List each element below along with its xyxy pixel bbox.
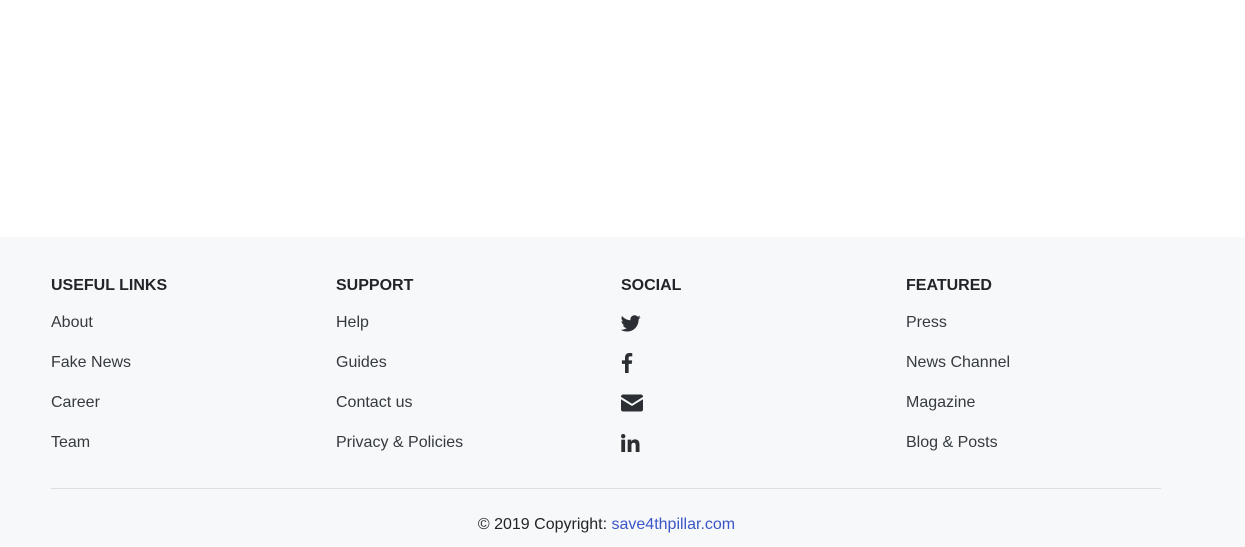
list-item: Press bbox=[906, 313, 1186, 353]
contact-us-link[interactable]: Contact us bbox=[336, 394, 412, 411]
list-item: Magazine bbox=[906, 393, 1186, 433]
list-item bbox=[621, 353, 901, 393]
list-item: Contact us bbox=[336, 393, 616, 433]
social-heading: SOCIAL bbox=[621, 277, 682, 294]
copyright-text: © 2019 Copyright: bbox=[477, 516, 612, 533]
linkedin-link[interactable] bbox=[621, 433, 901, 453]
list-item: News Channel bbox=[906, 353, 1186, 393]
support-list: Help Guides Contact us Privacy & Policie… bbox=[336, 313, 616, 473]
blog-posts-link[interactable]: Blog & Posts bbox=[906, 434, 998, 451]
footer-column-support: SUPPORT Help Guides Contact us Privacy &… bbox=[336, 277, 616, 473]
list-item bbox=[621, 313, 901, 353]
email-link[interactable] bbox=[621, 393, 901, 413]
list-item: Help bbox=[336, 313, 616, 353]
press-link[interactable]: Press bbox=[906, 314, 947, 331]
footer-column-social: SOCIAL bbox=[621, 277, 901, 473]
list-item: About bbox=[51, 313, 331, 353]
twitter-link[interactable] bbox=[621, 313, 901, 333]
news-channel-link[interactable]: News Channel bbox=[906, 354, 1010, 371]
copyright-notice: © 2019 Copyright: save4thpillar.com bbox=[0, 515, 1213, 535]
list-item: Privacy & Policies bbox=[336, 433, 616, 473]
social-list bbox=[621, 313, 901, 473]
footer-column-featured: FEATURED Press News Channel Magazine Blo… bbox=[906, 277, 1186, 473]
linkedin-icon bbox=[621, 434, 640, 452]
facebook-link[interactable] bbox=[621, 353, 901, 373]
facebook-icon bbox=[621, 353, 633, 373]
twitter-icon bbox=[621, 314, 641, 331]
privacy-policies-link[interactable]: Privacy & Policies bbox=[336, 434, 463, 451]
career-link[interactable]: Career bbox=[51, 394, 100, 411]
useful-links-heading: USEFUL LINKS bbox=[51, 277, 168, 294]
guides-link[interactable]: Guides bbox=[336, 354, 387, 371]
featured-heading: FEATURED bbox=[906, 277, 992, 294]
featured-list: Press News Channel Magazine Blog & Posts bbox=[906, 313, 1186, 473]
useful-links-list: About Fake News Career Team bbox=[51, 313, 331, 473]
list-item: Fake News bbox=[51, 353, 331, 393]
list-item: Blog & Posts bbox=[906, 433, 1186, 473]
magazine-link[interactable]: Magazine bbox=[906, 394, 975, 411]
about-link[interactable]: About bbox=[51, 314, 93, 331]
footer-divider bbox=[51, 488, 1161, 489]
envelope-icon bbox=[621, 394, 643, 412]
list-item: Guides bbox=[336, 353, 616, 393]
list-item bbox=[621, 393, 901, 433]
support-heading: SUPPORT bbox=[336, 277, 414, 294]
page-content-area bbox=[0, 0, 1245, 237]
fake-news-link[interactable]: Fake News bbox=[51, 354, 131, 371]
team-link[interactable]: Team bbox=[51, 434, 90, 451]
list-item bbox=[621, 433, 901, 473]
list-item: Career bbox=[51, 393, 331, 433]
site-footer: USEFUL LINKS About Fake News Career Team… bbox=[0, 237, 1245, 547]
footer-column-useful-links: USEFUL LINKS About Fake News Career Team bbox=[51, 277, 331, 473]
site-link[interactable]: save4thpillar.com bbox=[612, 516, 736, 533]
list-item: Team bbox=[51, 433, 331, 473]
help-link[interactable]: Help bbox=[336, 314, 369, 331]
